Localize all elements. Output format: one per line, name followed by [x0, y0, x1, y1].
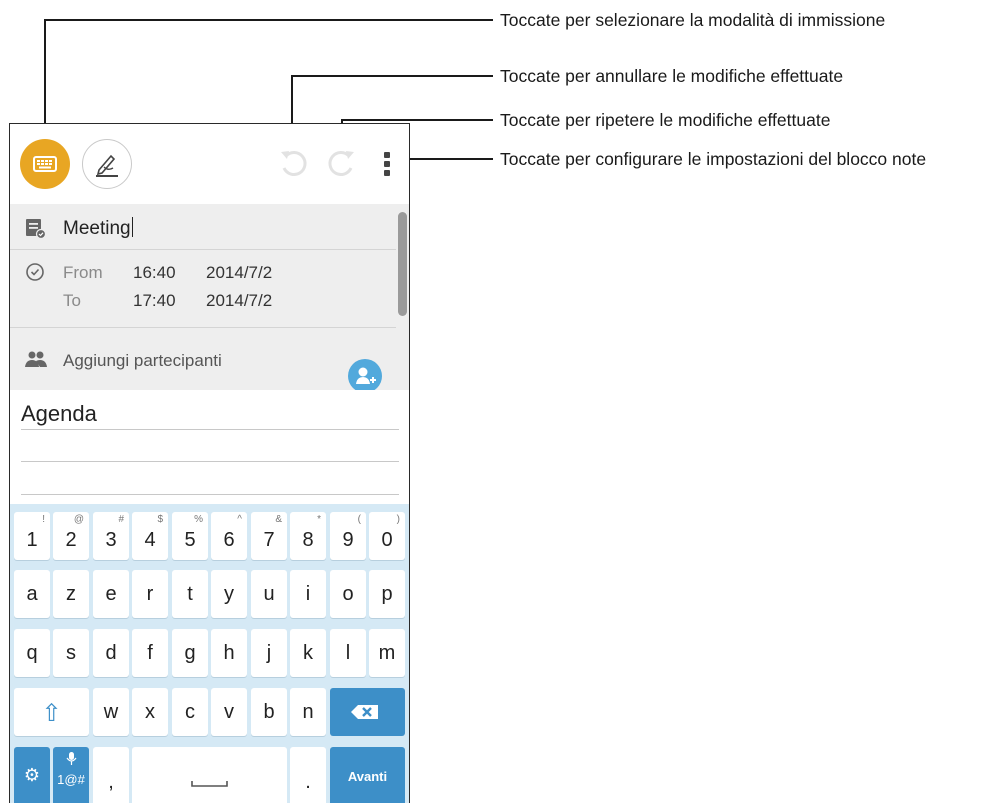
- key-e[interactable]: e: [93, 570, 129, 618]
- key-h[interactable]: h: [211, 629, 247, 677]
- key-7[interactable]: & 7: [251, 512, 287, 560]
- symbols-key[interactable]: 1@#: [53, 747, 89, 803]
- space-key[interactable]: [132, 747, 287, 803]
- microphone-icon: [66, 752, 77, 765]
- key-m[interactable]: m: [369, 629, 405, 677]
- key-o[interactable]: o: [330, 570, 366, 618]
- key-f[interactable]: f: [132, 629, 168, 677]
- key-y[interactable]: y: [211, 570, 247, 618]
- key-j[interactable]: j: [251, 629, 287, 677]
- note-title-icon: [26, 219, 46, 239]
- key-b[interactable]: b: [251, 688, 287, 736]
- clock-icon: [26, 263, 44, 281]
- people-icon: [25, 351, 47, 367]
- key-5[interactable]: % 5: [172, 512, 208, 560]
- title-row[interactable]: Meeting: [10, 204, 396, 250]
- key-u[interactable]: u: [251, 570, 287, 618]
- event-title-text: Meeting: [63, 218, 131, 239]
- participants-row[interactable]: Aggiungi partecipanti: [10, 328, 409, 393]
- key-8[interactable]: * 8: [290, 512, 326, 560]
- handwriting-pen-icon: [96, 154, 118, 177]
- callout-redo-text: Toccate per ripetere le modifiche effett…: [500, 110, 831, 130]
- note-line: [21, 494, 399, 495]
- key-4[interactable]: $4: [132, 512, 168, 560]
- more-vert-icon[interactable]: [384, 152, 392, 178]
- key-z[interactable]: z: [53, 570, 89, 618]
- key-9[interactable]: (9: [330, 512, 366, 560]
- key-v[interactable]: v: [211, 688, 247, 736]
- key-k[interactable]: k: [290, 629, 326, 677]
- from-time[interactable]: 16:40: [133, 263, 176, 283]
- key-x[interactable]: x: [132, 688, 168, 736]
- add-participant-button[interactable]: [348, 359, 382, 393]
- key-a[interactable]: a: [14, 570, 50, 618]
- text-caret: [131, 217, 133, 237]
- scrollbar[interactable]: [398, 212, 407, 316]
- to-date[interactable]: 2014/7/2: [206, 291, 272, 311]
- keyboard-mode-button[interactable]: [20, 139, 70, 189]
- handwriting-mode-button[interactable]: [82, 139, 132, 189]
- to-label: To: [63, 291, 81, 310]
- participants-label: Aggiungi partecipanti: [63, 351, 222, 370]
- notes-body[interactable]: Agenda: [10, 390, 409, 504]
- callout-undo-text: Toccate per annullare le modifiche effet…: [500, 66, 844, 86]
- to-time[interactable]: 17:40: [133, 291, 176, 311]
- key-g[interactable]: g: [172, 629, 208, 677]
- add-person-icon: [356, 367, 376, 384]
- notes-toolbar: [10, 124, 409, 204]
- key-3[interactable]: #3: [93, 512, 129, 560]
- key-i[interactable]: i: [290, 570, 326, 618]
- note-line: [21, 429, 399, 430]
- callout-settings-text: Toccate per configurare le impostazioni …: [500, 149, 927, 169]
- key-r[interactable]: r: [132, 570, 168, 618]
- period-key[interactable]: .: [290, 747, 326, 803]
- from-label: From: [63, 263, 103, 282]
- key-1[interactable]: ! 1: [14, 512, 50, 560]
- shift-icon: ⇧: [41, 700, 62, 727]
- key-t[interactable]: t: [172, 570, 208, 618]
- key-0[interactable]: ) 0: [369, 512, 405, 560]
- time-row[interactable]: From 16:40 2014/7/2 To 17:40 2014/7/2: [10, 250, 396, 328]
- shift-key[interactable]: ⇧: [14, 688, 89, 736]
- callout-input-mode-text: Toccate per selezionare la modalità di i…: [500, 10, 886, 30]
- comma-key[interactable]: ,: [93, 747, 129, 803]
- backspace-key[interactable]: [330, 688, 405, 736]
- keyboard-icon: [33, 156, 57, 172]
- undo-icon[interactable]: [275, 146, 311, 182]
- key-n[interactable]: n: [290, 688, 326, 736]
- event-form: Meeting From 16:40 2014/7/2 To 17:40 201…: [10, 204, 409, 393]
- note-line: [21, 461, 399, 462]
- key-q[interactable]: q: [14, 629, 50, 677]
- key-w[interactable]: w: [93, 688, 129, 736]
- key-2[interactable]: @2: [53, 512, 89, 560]
- key-p[interactable]: p: [369, 570, 405, 618]
- redo-icon[interactable]: [324, 146, 360, 182]
- key-l[interactable]: l: [330, 629, 366, 677]
- from-date[interactable]: 2014/7/2: [206, 263, 272, 283]
- event-title-input[interactable]: Meeting: [63, 217, 133, 240]
- phone-screen: Meeting From 16:40 2014/7/2 To 17:40 201…: [9, 123, 410, 803]
- gear-icon: ⚙: [23, 765, 41, 785]
- agenda-heading: Agenda: [21, 401, 97, 426]
- settings-key[interactable]: ⚙: [14, 747, 50, 803]
- space-bar-icon: [191, 781, 228, 787]
- key-6[interactable]: ^ 6: [211, 512, 247, 560]
- enter-key[interactable]: Avanti: [330, 747, 405, 803]
- backspace-icon: [351, 705, 378, 719]
- key-c[interactable]: c: [172, 688, 208, 736]
- key-s[interactable]: s: [53, 629, 89, 677]
- key-d[interactable]: d: [93, 629, 129, 677]
- soft-keyboard: ! 1 @2 #3 $4 % 5 ^ 6 & 7 * 8 (9 ) 0 a z e r t …: [10, 504, 409, 803]
